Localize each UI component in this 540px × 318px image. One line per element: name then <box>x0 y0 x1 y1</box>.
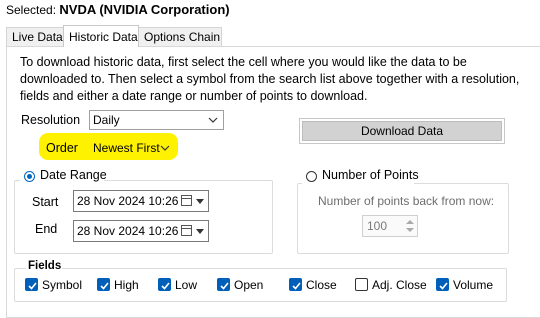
start-date-value: 28 Nov 2024 10:26 <box>77 194 179 208</box>
dropdown-arrow-icon <box>196 199 204 204</box>
low-field-label: Low <box>175 278 198 292</box>
date-range-label: Date Range <box>40 168 107 182</box>
tab-live-data[interactable]: Live Data <box>6 27 69 46</box>
tab-historic-data[interactable]: Historic Data <box>63 25 139 47</box>
calendar-icon <box>181 225 192 236</box>
spinner-arrows-icon <box>406 220 414 232</box>
end-date-value: 28 Nov 2024 10:26 <box>77 224 179 238</box>
volume-checkbox[interactable] <box>436 278 449 291</box>
number-of-points-label: Number of Points <box>322 168 419 182</box>
fields-title: Fields <box>28 260 62 272</box>
high-field-label: High <box>114 278 139 292</box>
download-data-button[interactable]: Download Data <box>302 121 502 141</box>
checkmark-icon <box>28 282 37 290</box>
chevron-down-icon <box>208 117 218 123</box>
selected-symbol-line: Selected: NVDA (NVIDIA Corporation) <box>6 2 230 17</box>
checkmark-icon <box>161 282 170 290</box>
symbol-field-label: Symbol <box>42 278 83 292</box>
symbol-checkbox[interactable] <box>25 278 38 291</box>
start-date-picker[interactable]: 28 Nov 2024 10:26 <box>73 190 209 212</box>
order-label: Order <box>46 141 78 155</box>
volume-field-label: Volume <box>453 278 494 292</box>
order-dropdown[interactable]: Newest First <box>89 138 176 158</box>
date-range-radio[interactable] <box>24 171 35 182</box>
resolution-dropdown[interactable]: Daily <box>89 110 224 130</box>
high-checkbox[interactable] <box>97 278 110 291</box>
start-label: Start <box>32 195 59 209</box>
checkmark-icon <box>292 282 301 290</box>
end-label: End <box>35 222 58 236</box>
checkmark-icon <box>220 282 229 290</box>
points-spinner[interactable]: 100 <box>362 215 418 237</box>
instructions-text: To download historic data, first select … <box>20 55 520 103</box>
selected-prefix: Selected: <box>6 3 57 17</box>
resolution-label: Resolution <box>21 113 81 127</box>
calendar-icon <box>181 195 192 206</box>
checkmark-icon <box>100 282 109 290</box>
end-date-picker[interactable]: 28 Nov 2024 10:26 <box>73 220 209 242</box>
close-field-label: Close <box>306 278 337 292</box>
open-checkbox[interactable] <box>217 278 230 291</box>
dropdown-arrow-icon <box>196 229 204 234</box>
selected-symbol: NVDA (NVIDIA Corporation) <box>59 2 230 17</box>
open-field-label: Open <box>234 278 264 292</box>
adj-close-checkbox[interactable] <box>355 278 368 291</box>
order-value: Newest First <box>93 141 160 155</box>
points-prompt: Number of points back from now: <box>318 194 495 208</box>
adj-close-field-label: Adj. Close <box>372 278 427 292</box>
checkmark-icon <box>439 282 448 290</box>
low-checkbox[interactable] <box>158 278 171 291</box>
resolution-value: Daily <box>93 113 120 127</box>
chevron-down-icon <box>160 145 170 151</box>
number-of-points-radio[interactable] <box>306 171 317 182</box>
close-checkbox[interactable] <box>289 278 302 291</box>
tab-options-chain[interactable]: Options Chain <box>138 27 222 46</box>
points-value: 100 <box>367 219 388 233</box>
